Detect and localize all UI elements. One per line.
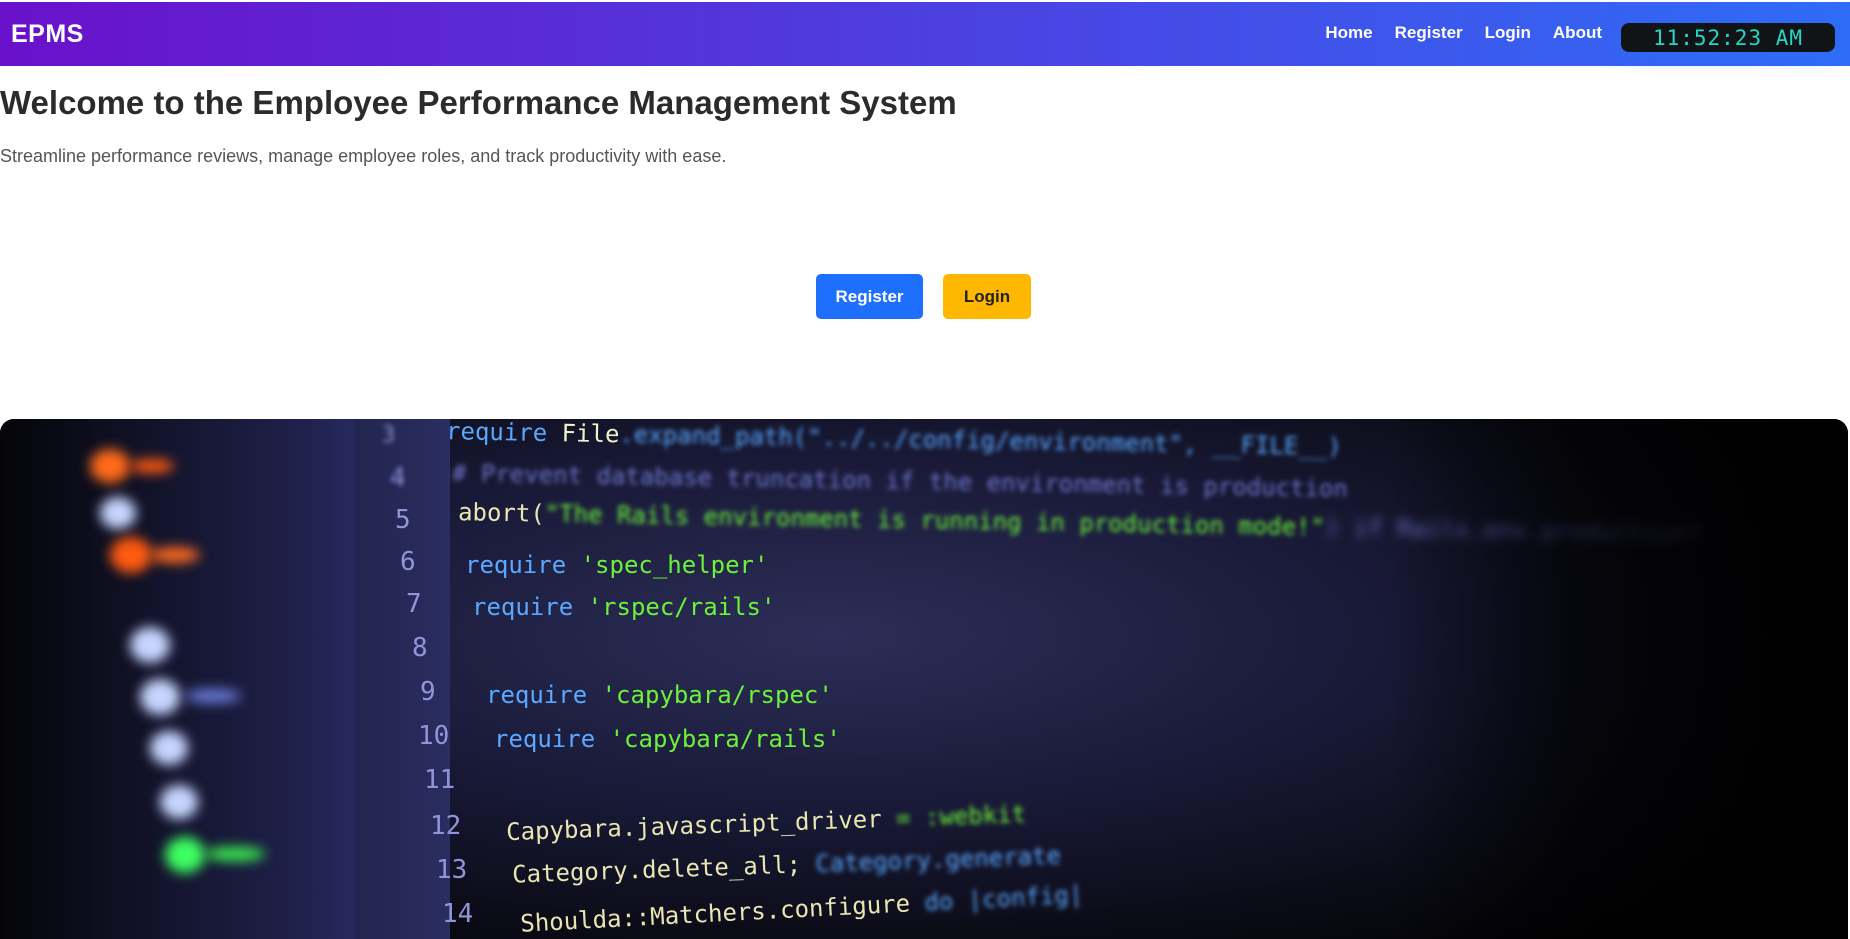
code-keyword: require <box>494 725 596 753</box>
folder-icon <box>150 731 188 765</box>
folder-icon <box>185 689 241 703</box>
file-tree-panel <box>0 419 390 939</box>
folder-icon <box>90 449 130 483</box>
code-function: Shoulda::Matchers.configure <box>519 889 911 938</box>
code-line: require 'capybara/rails' <box>494 725 841 753</box>
nav-register-link[interactable]: Register <box>1395 23 1463 43</box>
code-line: require 'spec_helper' <box>465 551 768 579</box>
folder-icon <box>130 627 170 663</box>
nav-about-link[interactable]: About <box>1553 23 1602 43</box>
code-expression: do |config| <box>909 880 1084 918</box>
code-line: require 'rspec/rails' <box>472 593 775 621</box>
code-keyword: require <box>486 681 588 709</box>
brand-logo[interactable]: EPMS <box>11 20 84 49</box>
folder-icon <box>110 537 152 573</box>
code-function: Capybara.javascript_driver <box>505 804 883 847</box>
folder-icon <box>160 785 198 819</box>
nav-links: Home Register Login About <box>1325 23 1602 43</box>
line-number: 5 <box>395 505 411 535</box>
folder-icon <box>100 497 136 529</box>
code-expression: Category.generate <box>800 841 1062 879</box>
line-number: 3 <box>382 423 396 448</box>
code-editor-image: 3 4 5 6 7 8 9 10 11 12 13 14 require Fil… <box>0 419 1848 939</box>
line-number: 10 <box>418 721 450 751</box>
folder-icon <box>130 459 174 473</box>
line-number: 8 <box>412 633 428 663</box>
hero-title: Welcome to the Employee Performance Mana… <box>0 84 957 121</box>
login-button[interactable]: Login <box>943 274 1031 319</box>
code-line: require 'capybara/rspec' <box>486 681 833 709</box>
code-string: 'capybara/rails' <box>595 725 841 753</box>
line-number: 14 <box>442 899 474 929</box>
code-expression: = :webkit <box>881 799 1027 833</box>
code-string: 'spec_helper' <box>566 551 769 579</box>
top-navbar: EPMS Home Register Login About 11:52:23 … <box>0 2 1850 66</box>
code-keyword: require <box>465 551 567 579</box>
line-number: 13 <box>436 855 468 885</box>
code-keyword: require <box>472 593 574 621</box>
nav-home-link[interactable]: Home <box>1325 23 1372 43</box>
code-string: 'capybara/rspec' <box>587 681 833 709</box>
code-expression: .expand_path("../../config/environment",… <box>619 420 1343 461</box>
code-line: Capybara.javascript_driver = :webkit <box>506 800 1027 846</box>
folder-icon <box>205 847 265 861</box>
line-number: 4 <box>390 463 406 493</box>
code-line: require File.expand_path("../../config/e… <box>446 419 1342 461</box>
image-shadow-overlay <box>1388 419 1848 939</box>
code-string: 'rspec/rails' <box>573 593 776 621</box>
folder-icon <box>150 547 200 563</box>
code-line: Category.delete_all; Category.generate <box>512 841 1062 888</box>
code-function: abort( <box>457 498 546 528</box>
code-class: File <box>546 419 620 449</box>
code-line: Shoulda::Matchers.configure do |config| <box>520 880 1084 937</box>
code-keyword: require <box>445 419 548 447</box>
line-number: 7 <box>406 589 422 619</box>
code-line: # Prevent database truncation if the env… <box>452 459 1348 503</box>
line-number: 11 <box>424 765 456 795</box>
code-function: Category.delete_all; <box>511 850 802 889</box>
code-string: "The Rails environment is running in pro… <box>544 499 1326 542</box>
folder-icon <box>140 679 180 715</box>
nav-login-link[interactable]: Login <box>1485 23 1531 43</box>
code-comment: # Prevent database truncation if the env… <box>451 459 1349 503</box>
register-button[interactable]: Register <box>816 274 923 319</box>
line-number: 9 <box>420 677 436 707</box>
line-number: 6 <box>400 547 416 577</box>
digital-clock: 11:52:23 AM <box>1621 23 1835 52</box>
hero-subtitle: Streamline performance reviews, manage e… <box>0 146 727 166</box>
folder-icon <box>165 837 205 873</box>
line-number: 12 <box>430 811 462 841</box>
